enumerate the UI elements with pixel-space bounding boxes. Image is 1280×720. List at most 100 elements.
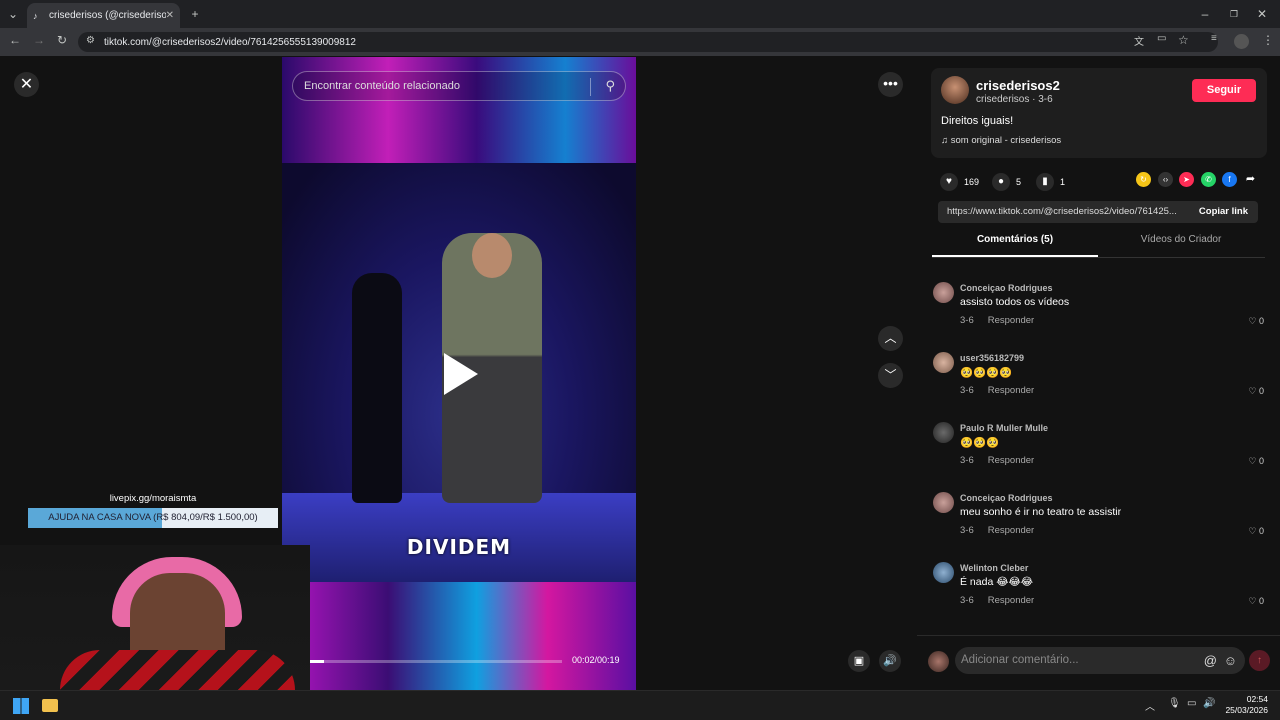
heart-outline-icon: ♡ <box>1248 596 1259 606</box>
microphone-icon[interactable]: 🎙 <box>1168 698 1181 709</box>
whatsapp-icon[interactable]: ✆ <box>1201 172 1216 187</box>
comment-author[interactable]: Paulo R Muller Mulle <box>960 423 1048 433</box>
comment-input-placeholder: Adicionar comentário... <box>961 654 1079 666</box>
send-to-friend-icon[interactable]: ➤ <box>1179 172 1194 187</box>
tray-volume-icon[interactable]: 🔊 <box>1203 698 1215 709</box>
maximize-icon[interactable]: ❐ <box>1225 0 1243 28</box>
save-count: 1 <box>1060 177 1066 187</box>
post-comment-button[interactable]: ↑ <box>1249 650 1270 671</box>
author-avatar[interactable] <box>941 76 969 104</box>
share-link-box[interactable]: https://www.tiktok.com/@crisederisos2/vi… <box>938 201 1258 223</box>
author-username[interactable]: crisederisos2 <box>976 78 1060 93</box>
comment-avatar[interactable] <box>933 492 954 513</box>
network-icon[interactable]: ▭ <box>1187 698 1196 709</box>
search-icon[interactable]: ⚲ <box>605 78 615 94</box>
mention-icon[interactable]: @ <box>1204 647 1217 674</box>
comment-like[interactable]: ♡ 0 <box>1248 456 1264 467</box>
follow-button[interactable]: Seguir <box>1192 79 1256 102</box>
media-control-icon[interactable]: ≡ <box>1211 33 1217 44</box>
minimize-icon[interactable]: – <box>1196 0 1214 28</box>
browser-menu-icon[interactable]: ⋮ <box>1262 33 1274 47</box>
comment-like[interactable]: ♡ 0 <box>1248 526 1264 537</box>
comment-author[interactable]: Welinton Cleber <box>960 563 1028 573</box>
comment-author[interactable]: Conceiçao Rodrigues <box>960 493 1053 503</box>
translate-icon[interactable]: 文 <box>1134 33 1144 48</box>
reply-button[interactable]: Responder <box>988 315 1034 326</box>
video-player[interactable]: Encontrar conteúdo relacionado ⚲ DIVIDEM… <box>282 57 636 690</box>
related-search-input[interactable]: Encontrar conteúdo relacionado ⚲ <box>292 71 626 101</box>
video-time: 00:02/00:19 <box>572 655 620 665</box>
like-stat[interactable]: ♥ 169 <box>940 173 979 191</box>
comment-like[interactable]: ♡ 0 <box>1248 596 1264 607</box>
forward-icon[interactable]: → <box>33 33 45 47</box>
embed-icon[interactable]: ‹› <box>1158 172 1173 187</box>
reply-button[interactable]: Responder <box>988 385 1034 396</box>
repost-icon[interactable]: ↻ <box>1136 172 1151 187</box>
new-tab-icon[interactable]: + <box>186 0 204 28</box>
chevron-up-icon: ︿ <box>884 331 897 345</box>
comment-avatar[interactable] <box>933 352 954 373</box>
save-stat[interactable]: ▮ 1 <box>1036 173 1065 191</box>
file-explorer-icon[interactable] <box>42 699 58 712</box>
copy-link-button[interactable]: Copiar link <box>1199 201 1248 223</box>
window-close-icon[interactable]: ✕ <box>1253 0 1271 28</box>
close-video-button[interactable]: ✕ <box>14 72 39 97</box>
cast-icon[interactable]: ▭ <box>1157 33 1166 44</box>
music-link[interactable]: ♫ som original - crisederisos <box>941 135 1061 146</box>
active-tab-indicator <box>932 255 1098 257</box>
address-bar[interactable]: ⚙ tiktok.com/@crisederisos2/video/761425… <box>78 32 1218 52</box>
next-video-button[interactable]: ﹀ <box>878 363 903 388</box>
more-options-button[interactable]: ••• <box>878 72 903 97</box>
comment-like[interactable]: ♡ 0 <box>1248 386 1264 397</box>
play-icon[interactable] <box>444 353 478 395</box>
my-avatar <box>928 651 949 672</box>
chevron-down-icon: ﹀ <box>884 368 897 382</box>
windows-start-icon[interactable] <box>13 698 29 714</box>
reply-button[interactable]: Responder <box>988 525 1034 536</box>
comment-avatar[interactable] <box>933 562 954 583</box>
reply-button[interactable]: Responder <box>988 455 1034 466</box>
clock-time: 02:54 <box>1246 694 1268 704</box>
facebook-icon[interactable]: f <box>1222 172 1237 187</box>
comment-input[interactable]: Adicionar comentário... @ ☺ <box>955 647 1245 674</box>
back-icon[interactable]: ← <box>9 33 21 47</box>
comment-date: 3-6 <box>960 595 974 606</box>
previous-video-button[interactable]: ︿ <box>878 326 903 351</box>
comment-author[interactable]: user356182799 <box>960 353 1024 363</box>
bookmark-icon[interactable]: ▮ <box>1036 173 1054 191</box>
share-link-text: https://www.tiktok.com/@crisederisos2/vi… <box>947 206 1177 217</box>
emoji-icon[interactable]: ☺ <box>1224 647 1237 674</box>
tab-comments[interactable]: Comentários (5) <box>932 234 1098 245</box>
browser-tab[interactable]: ♪ crisederisos (@crisederisos2) | T ✕ <box>27 3 180 28</box>
comment-stat[interactable]: ● 5 <box>992 173 1021 191</box>
comment-avatar[interactable] <box>933 422 954 443</box>
share-arrow-icon[interactable]: ➦ <box>1243 172 1258 187</box>
reply-button[interactable]: Responder <box>988 595 1034 606</box>
tab-search-icon[interactable]: ⌄ <box>4 0 22 28</box>
comment-meta: 3-6 Responder <box>960 455 1034 466</box>
reload-icon[interactable]: ↻ <box>57 33 67 47</box>
comment-text: É nada 😂😂😂 <box>960 576 1034 588</box>
comment-like-count: 0 <box>1258 526 1264 536</box>
search-placeholder: Encontrar conteúdo relacionado <box>304 80 460 92</box>
bookmark-star-icon[interactable]: ☆ <box>1178 33 1189 47</box>
tab-creator-videos[interactable]: Vídeos do Criador <box>1098 234 1264 245</box>
streamer-webcam <box>0 545 310 690</box>
site-info-icon[interactable]: ⚙ <box>86 35 95 46</box>
comment-author[interactable]: Conceiçao Rodrigues <box>960 283 1053 293</box>
comment-icon[interactable]: ● <box>992 173 1010 191</box>
heart-icon[interactable]: ♥ <box>940 173 958 191</box>
comment-like[interactable]: ♡ 0 <box>1248 316 1264 327</box>
tray-chevron-icon[interactable]: ︿ <box>1145 698 1155 713</box>
volume-button[interactable]: 🔊 <box>879 650 901 672</box>
video-progress-bar[interactable] <box>292 660 562 663</box>
system-clock[interactable]: 02:54 25/03/2026 <box>1225 694 1268 716</box>
tab-close-icon[interactable]: ✕ <box>166 10 174 21</box>
windows-taskbar: ︿ 🎙 ▭ 🔊 02:54 25/03/2026 <box>0 690 1280 720</box>
comment-avatar[interactable] <box>933 282 954 303</box>
pip-button[interactable]: ▣ <box>848 650 870 672</box>
profile-avatar[interactable] <box>1234 34 1249 49</box>
streamer-shirt <box>60 650 295 690</box>
comment-text: meu sonho é ir no teatro te assistir <box>960 506 1122 518</box>
comment-meta: 3-6 Responder <box>960 595 1034 606</box>
